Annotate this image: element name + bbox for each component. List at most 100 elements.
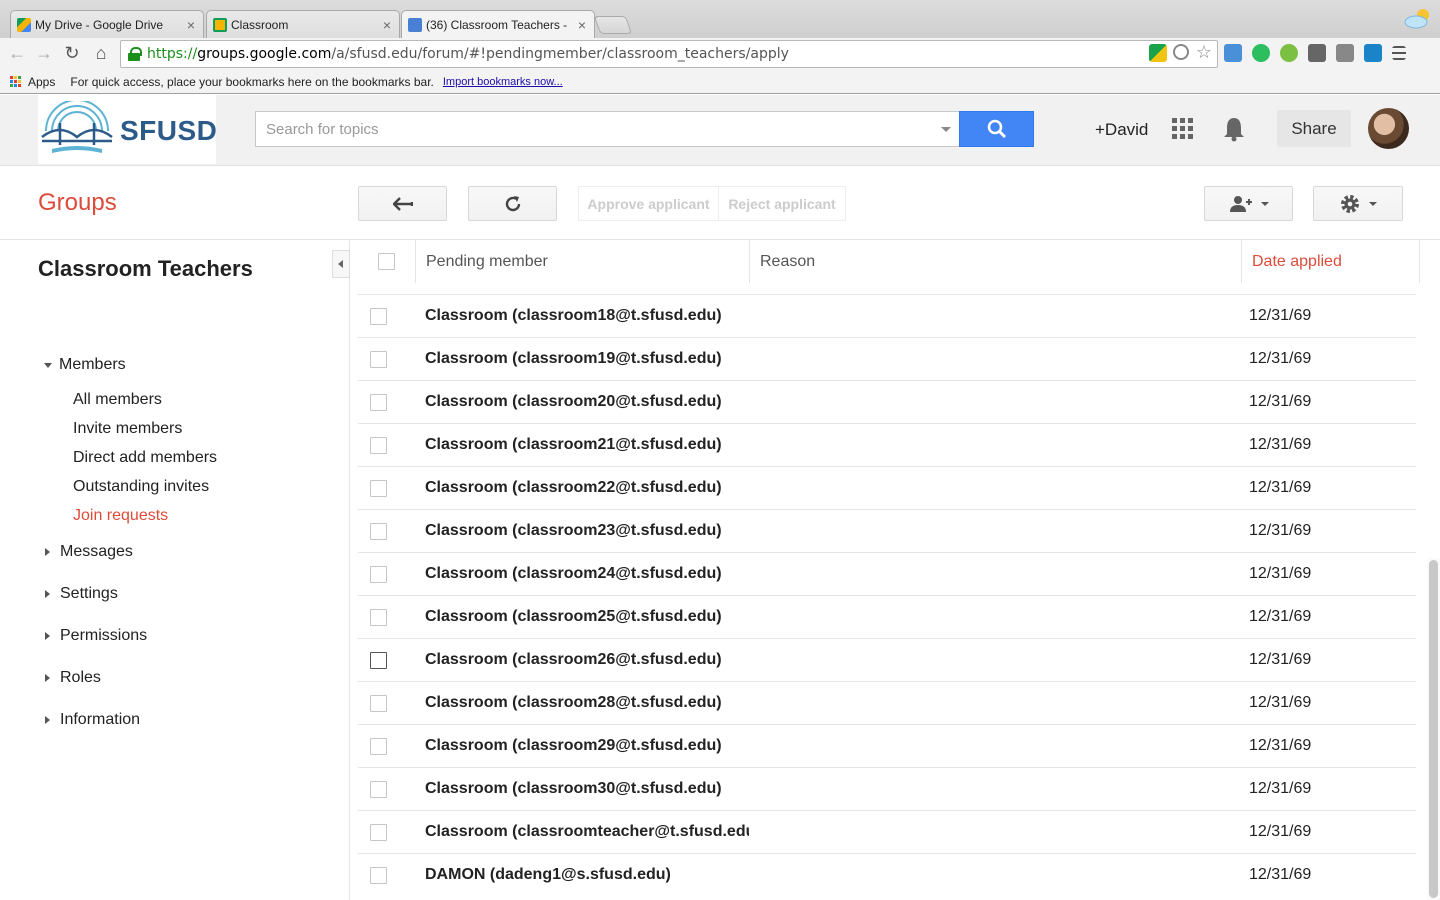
scrollbar-thumb[interactable]	[1429, 560, 1438, 898]
extension-evernote-icon[interactable]	[1252, 44, 1270, 62]
settings-dropdown[interactable]	[1313, 186, 1403, 221]
back-button[interactable]	[358, 186, 447, 221]
row-checkbox[interactable]	[370, 566, 387, 583]
table-row[interactable]: Classroom (classroom28@t.sfusd.edu) 12/31…	[358, 681, 1416, 724]
groups-title[interactable]: Groups	[38, 189, 117, 217]
table-row[interactable]: DAMON (dadeng1@s.sfusd.edu) 12/31/69	[358, 853, 1416, 896]
approve-applicant-button[interactable]: Approve applicant	[578, 186, 719, 221]
apps-bookmark[interactable]: Apps	[28, 75, 55, 89]
sidebar-section-members[interactable]: Members	[44, 356, 126, 374]
reject-applicant-button[interactable]: Reject applicant	[718, 186, 846, 221]
table-row[interactable]: Classroom (classroom29@t.sfusd.edu) 12/31…	[358, 724, 1416, 767]
tab-classroom-teachers[interactable]: (36) Classroom Teachers - ×	[401, 10, 595, 38]
reload-icon[interactable]: ↻	[61, 42, 83, 64]
table-row[interactable]: Classroom (classroom25@t.sfusd.edu) 12/31…	[358, 595, 1416, 638]
row-checkbox[interactable]	[370, 867, 387, 884]
sidebar-section-messages[interactable]: Messages	[44, 543, 133, 561]
row-checkbox[interactable]	[370, 480, 387, 497]
url-path: /a/sfusd.edu/forum/#!pendingmember/class…	[331, 46, 789, 62]
tab-classroom[interactable]: Classroom ×	[206, 10, 400, 38]
row-checkbox[interactable]	[370, 695, 387, 712]
column-header-reason[interactable]: Reason	[750, 240, 1242, 283]
sidebar-section-roles[interactable]: Roles	[44, 669, 101, 687]
sidebar-item-direct-add-members[interactable]: Direct add members	[73, 449, 217, 467]
sfusd-logo[interactable]: SFUSD	[38, 95, 217, 164]
row-checkbox[interactable]	[370, 394, 387, 411]
table-row[interactable]: Classroom (classroom24@t.sfusd.edu) 12/31…	[358, 552, 1416, 595]
sidebar-item-outstanding-invites[interactable]: Outstanding invites	[73, 478, 209, 496]
sidebar-section-settings[interactable]: Settings	[44, 585, 118, 603]
home-icon[interactable]: ⌂	[90, 42, 112, 64]
extension-puzzle-icon[interactable]	[1336, 44, 1354, 62]
group-name[interactable]: Classroom Teachers	[38, 256, 253, 282]
star-icon[interactable]: ☆	[1195, 44, 1213, 62]
address-bar[interactable]: https://groups.google.com/a/sfusd.edu/fo…	[120, 40, 1218, 68]
table-row[interactable]: Classroom (classroom21@t.sfusd.edu) 12/31…	[358, 423, 1416, 466]
import-bookmarks-link[interactable]: Import bookmarks now...	[443, 76, 563, 88]
google-plus-user-link[interactable]: +David	[1095, 120, 1148, 140]
extension-arrow-icon[interactable]	[1224, 44, 1242, 62]
table-row[interactable]: Classroom (classroom22@t.sfusd.edu) 12/31…	[358, 466, 1416, 509]
row-checkbox[interactable]	[370, 351, 387, 368]
table-row[interactable]: Classroom (classroom18@t.sfusd.edu) 12/31…	[358, 294, 1416, 337]
member-actions-dropdown[interactable]	[1204, 186, 1293, 221]
sidebar: Classroom Teachers Members All members I…	[0, 240, 350, 900]
sidebar-item-all-members[interactable]: All members	[73, 391, 162, 409]
row-checkbox[interactable]	[370, 523, 387, 540]
table-row[interactable]: Classroom (classroom30@t.sfusd.edu) 12/31…	[358, 767, 1416, 810]
search-options-chevron-down-icon[interactable]	[941, 127, 951, 132]
notifications-bell-icon[interactable]	[1222, 116, 1246, 142]
table-row[interactable]: Classroom (classroomteacher@t.sfusd.edu)…	[358, 810, 1416, 853]
row-checkbox[interactable]	[370, 781, 387, 798]
search-input[interactable]	[256, 112, 916, 146]
back-icon[interactable]: ←	[6, 42, 28, 64]
apps-grid-icon[interactable]	[10, 75, 22, 88]
tab-close-icon[interactable]: ×	[187, 17, 195, 33]
apps-launcher-icon[interactable]	[1172, 118, 1193, 139]
row-checkbox[interactable]	[370, 437, 387, 454]
pocket-icon[interactable]	[1308, 44, 1326, 62]
search-button[interactable]	[959, 111, 1034, 147]
table-row[interactable]: Classroom (classroom26@t.sfusd.edu) 12/31…	[358, 638, 1416, 681]
table-row[interactable]: Classroom (classroom23@t.sfusd.edu) 12/31…	[358, 509, 1416, 552]
extension-flag-icon[interactable]	[1149, 44, 1167, 62]
tab-close-icon[interactable]: ×	[578, 17, 586, 33]
member-name: Classroom (classroom30@t.sfusd.edu)	[425, 780, 722, 797]
lock-icon	[127, 47, 142, 61]
expand-right-icon	[45, 632, 50, 640]
sidebar-section-permissions[interactable]: Permissions	[44, 627, 147, 645]
row-checkbox[interactable]	[370, 308, 387, 325]
sidebar-section-information[interactable]: Information	[44, 711, 140, 729]
weather-icon[interactable]	[1404, 7, 1432, 29]
column-header-member[interactable]: Pending member	[416, 240, 750, 283]
row-checkbox[interactable]	[370, 824, 387, 841]
new-tab-button[interactable]	[593, 16, 633, 34]
tab-close-icon[interactable]: ×	[383, 17, 391, 33]
browser-tabstrip: My Drive - Google Drive × Classroom × (3…	[0, 0, 1440, 38]
share-button[interactable]: Share	[1277, 110, 1351, 147]
forward-icon[interactable]: →	[33, 42, 55, 64]
sidebar-item-join-requests[interactable]: Join requests	[73, 507, 168, 525]
pending-members-list: Classroom (classroom18@t.sfusd.edu) 12/31…	[358, 294, 1416, 896]
member-name: Classroom (classroom26@t.sfusd.edu)	[425, 651, 722, 668]
tab-label: (36) Classroom Teachers -	[426, 17, 568, 32]
row-checkbox[interactable]	[370, 738, 387, 755]
sidebar-item-invite-members[interactable]: Invite members	[73, 420, 182, 438]
zoom-icon[interactable]	[1173, 44, 1189, 60]
extension-gear-icon[interactable]	[1280, 44, 1298, 62]
tab-my-drive[interactable]: My Drive - Google Drive ×	[10, 10, 204, 38]
sidebar-section-label: Roles	[60, 669, 101, 686]
user-avatar[interactable]	[1368, 108, 1409, 149]
column-header-date[interactable]: Date applied	[1242, 240, 1420, 283]
collapse-sidebar-button[interactable]	[332, 250, 350, 278]
table-row[interactable]: Classroom (classroom20@t.sfusd.edu) 12/31…	[358, 380, 1416, 423]
refresh-button[interactable]	[468, 186, 557, 221]
row-checkbox[interactable]	[370, 609, 387, 626]
select-all-checkbox[interactable]	[378, 253, 395, 270]
row-checkbox[interactable]	[370, 652, 387, 669]
member-name: Classroom (classroom23@t.sfusd.edu)	[425, 522, 722, 539]
expand-right-icon	[45, 674, 50, 682]
table-row[interactable]: Classroom (classroom19@t.sfusd.edu) 12/31…	[358, 337, 1416, 380]
extension-s-icon[interactable]	[1364, 44, 1382, 62]
menu-icon[interactable]	[1392, 46, 1406, 60]
